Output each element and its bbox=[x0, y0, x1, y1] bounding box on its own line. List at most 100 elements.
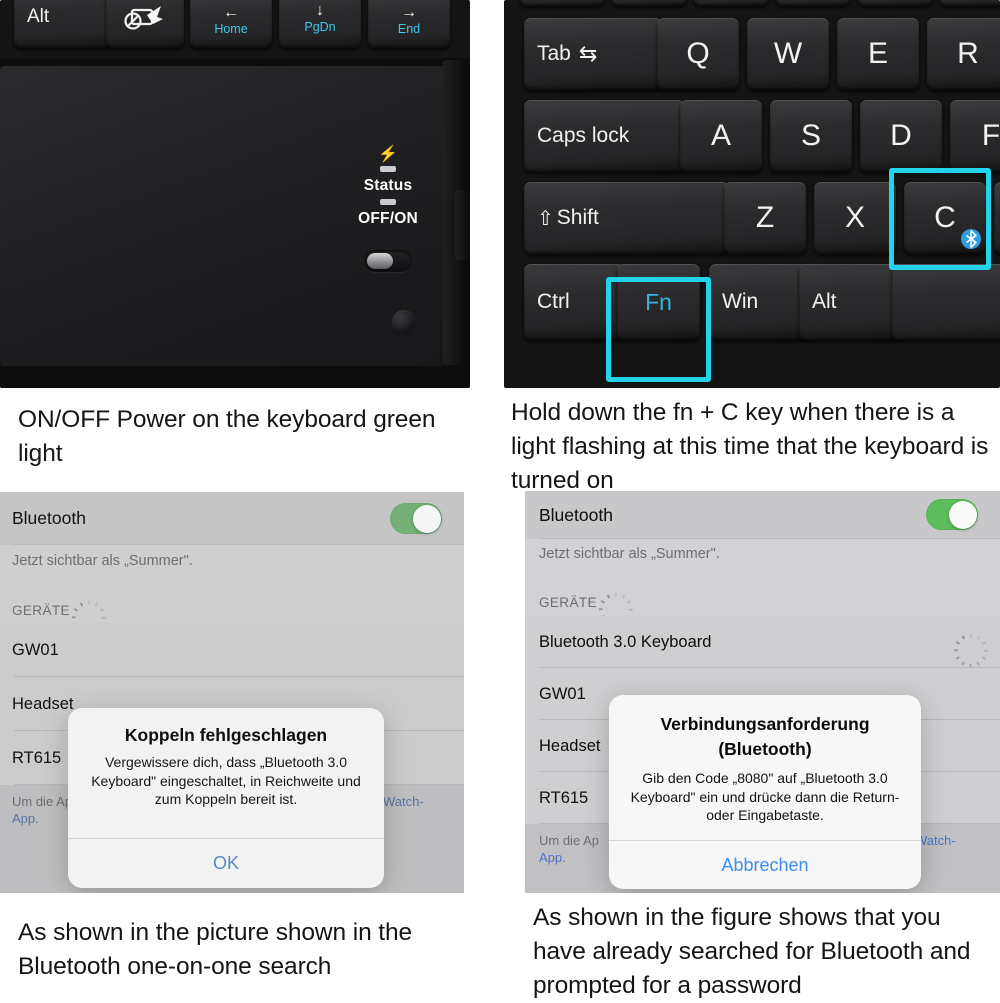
key-z: Z bbox=[724, 182, 806, 254]
key-win: Win bbox=[709, 264, 810, 340]
caption-bottom-right: As shown in the figure shows that you ha… bbox=[533, 904, 971, 999]
bluetooth-toggle-row[interactable]: Bluetooth bbox=[0, 492, 464, 545]
key-label: E bbox=[867, 37, 888, 70]
status-led bbox=[380, 199, 396, 205]
key-label: Q bbox=[686, 37, 710, 70]
key-label: Fn bbox=[645, 288, 672, 315]
key-label: Tab bbox=[537, 42, 571, 65]
footer-watch-link[interactable]: Watch- bbox=[915, 832, 956, 849]
key-w: W bbox=[747, 18, 829, 90]
keyboard-hinge-tab bbox=[455, 190, 469, 260]
alert-message: Vergewissere dich, dass „Bluetooth 3.0 K… bbox=[91, 754, 361, 807]
key-right-end: → End bbox=[368, 0, 450, 48]
key-numrow-4 bbox=[776, 0, 850, 6]
pairing-request-alert: Verbindungsanforderung (Bluetooth) Gib d… bbox=[609, 695, 921, 889]
key-caps-lock: Caps lock bbox=[524, 100, 685, 172]
key-c[interactable]: C bbox=[904, 182, 986, 254]
keyboard-power-switch-photo: Alt ← Home ↓ PgDn → End ⚡ Status OFF/ON bbox=[0, 0, 470, 388]
key-s: S bbox=[770, 100, 852, 172]
power-switch[interactable] bbox=[364, 250, 412, 272]
key-sublabel: Home bbox=[214, 21, 248, 36]
key-numrow-6 bbox=[940, 0, 1000, 6]
visibility-note: Jetzt sichtbar als „Summer". bbox=[539, 545, 989, 563]
shift-arrow-icon: ⇧ bbox=[537, 207, 554, 230]
footer-watch-link[interactable]: Watch- bbox=[383, 793, 424, 810]
charging-bolt-icon: ⚡ bbox=[378, 146, 398, 163]
bluetooth-toggle[interactable] bbox=[390, 503, 442, 534]
device-row-gw01[interactable]: GW01 bbox=[0, 623, 464, 677]
key-touchpad-toggle bbox=[106, 0, 184, 48]
caption-top-right: Hold down the fn + C key when there is a… bbox=[511, 399, 989, 494]
key-tab: Tab ⇆ bbox=[524, 18, 662, 90]
status-indicator-cluster: ⚡ Status OFF/ON bbox=[336, 146, 440, 228]
alert-ok-label: OK bbox=[212, 853, 239, 873]
key-label: D bbox=[890, 119, 912, 152]
key-fn[interactable]: Fn bbox=[617, 264, 700, 340]
alert-title-line1: Verbindungsanforderung bbox=[660, 714, 870, 734]
device-name: Headset bbox=[539, 736, 601, 755]
device-name: Headset bbox=[12, 694, 74, 713]
alert-ok-button[interactable]: OK bbox=[68, 839, 384, 888]
key-d: D bbox=[860, 100, 942, 172]
scanning-spinner-icon bbox=[599, 592, 634, 627]
key-glyph: → bbox=[401, 3, 417, 21]
visibility-text: Jetzt sichtbar als „Summer". bbox=[539, 546, 720, 562]
devices-header-label: GERÄTE bbox=[12, 603, 70, 618]
key-numrow-1 bbox=[520, 0, 604, 6]
key-numrow-2 bbox=[612, 0, 686, 6]
footer-link-text: Watch- bbox=[383, 794, 424, 809]
visibility-text: Jetzt sichtbar als „Summer". bbox=[12, 553, 193, 569]
key-label: W bbox=[773, 37, 803, 70]
key-label: C bbox=[934, 201, 956, 234]
footer-text-line1: Um die Ap bbox=[12, 793, 72, 810]
key-r: R bbox=[927, 18, 1000, 90]
key-label: A bbox=[710, 119, 731, 152]
key-sublabel: End bbox=[397, 21, 421, 36]
keyboard-screw-dot bbox=[392, 310, 416, 334]
key-label: R bbox=[957, 37, 979, 70]
bluetooth-icon bbox=[961, 229, 981, 249]
key-alt-left: Alt bbox=[14, 0, 111, 48]
footer-link-text: Watch- bbox=[915, 833, 956, 848]
scanning-spinner-icon bbox=[72, 600, 107, 635]
key-label: Alt bbox=[812, 290, 837, 313]
key-down-pgdn: ↓ PgDn bbox=[279, 0, 361, 48]
key-label: Ctrl bbox=[537, 290, 570, 313]
toggle-knob bbox=[948, 500, 977, 529]
key-label: Alt bbox=[27, 6, 50, 27]
device-name: GW01 bbox=[539, 684, 586, 703]
alert-message: Gib den Code „8080" auf „Bluetooth 3.0 K… bbox=[630, 770, 900, 823]
bluetooth-settings-pairing-failed: Bluetooth Jetzt sichtbar als „Summer". G… bbox=[0, 492, 464, 893]
key-numrow-3 bbox=[694, 0, 768, 6]
key-glyph: ← bbox=[223, 3, 239, 21]
footer-text-line2[interactable]: App. bbox=[539, 849, 566, 866]
alert-cancel-button[interactable]: Abbrechen bbox=[609, 841, 921, 889]
bluetooth-settings-pairing-request: Bluetooth Jetzt sichtbar als „Summer". G… bbox=[525, 491, 1000, 893]
devices-header-label: GERÄTE bbox=[539, 595, 597, 610]
footer-app-link: App. bbox=[539, 850, 566, 865]
key-left-home: ← Home bbox=[190, 0, 272, 48]
key-sublabel: PgDn bbox=[304, 19, 336, 34]
footer-text: Um die Ap bbox=[539, 833, 599, 848]
visibility-note: Jetzt sichtbar als „Summer". bbox=[12, 552, 452, 570]
power-switch-knob[interactable] bbox=[367, 253, 393, 269]
row-separator bbox=[539, 538, 1000, 539]
key-v-partial bbox=[994, 182, 1000, 254]
key-label: Shift bbox=[556, 206, 599, 229]
footer-text: Um die Ap bbox=[12, 794, 72, 809]
footer-text-line2[interactable]: App. bbox=[12, 810, 39, 827]
alert-body: Koppeln fehlgeschlagen Vergewissere dich… bbox=[68, 708, 384, 823]
bluetooth-toggle[interactable] bbox=[926, 499, 978, 530]
key-label: X bbox=[844, 201, 865, 234]
key-shift: ⇧ Shift bbox=[524, 182, 729, 254]
footer-text-line1: Um die Ap bbox=[539, 832, 599, 849]
devices-section-header: GERÄTE bbox=[539, 592, 989, 627]
footer-app-link: App. bbox=[12, 811, 39, 826]
key-label: Caps lock bbox=[537, 124, 630, 147]
device-name: Bluetooth 3.0 Keyboard bbox=[539, 632, 712, 651]
device-name: RT615 bbox=[539, 788, 589, 807]
device-row-bluetooth-30-keyboard[interactable]: Bluetooth 3.0 Keyboard bbox=[525, 616, 1000, 668]
bluetooth-toggle-row[interactable]: Bluetooth bbox=[525, 491, 1000, 539]
tab-arrows-icon: ⇆ bbox=[578, 41, 598, 66]
key-numrow-5 bbox=[858, 0, 932, 6]
